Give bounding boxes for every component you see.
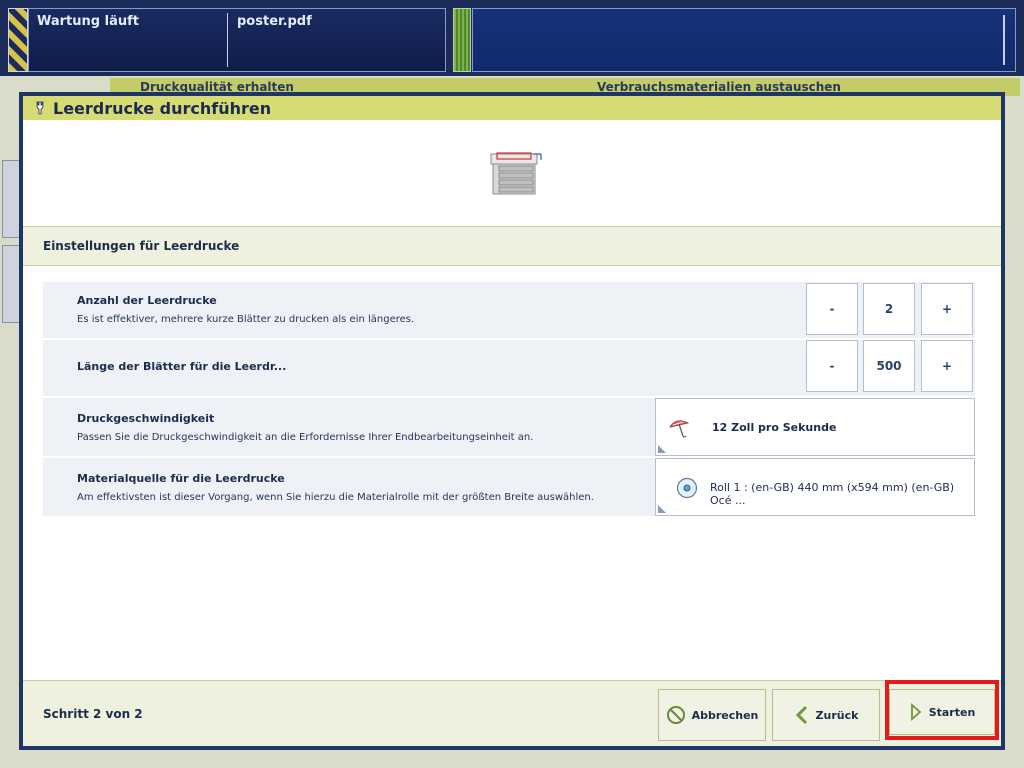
printer-icon bbox=[490, 152, 542, 195]
start-button-highlight bbox=[885, 680, 999, 740]
roll-icon bbox=[676, 477, 698, 499]
dialog-footer: Schritt 2 von 2 Abbrechen Zurück Starten bbox=[23, 680, 1001, 746]
queue-panel[interactable] bbox=[472, 8, 1016, 72]
dialog-body: Leerdrucke durchführen Einstellungen für… bbox=[23, 96, 1001, 746]
status-divider bbox=[227, 13, 228, 67]
decrease-count-button[interactable]: - bbox=[806, 283, 858, 335]
status-panel[interactable]: Wartung läuft poster.pdf bbox=[28, 8, 446, 72]
step-indicator: Schritt 2 von 2 bbox=[43, 707, 143, 721]
increase-count-button[interactable]: + bbox=[921, 283, 973, 335]
decrease-length-button[interactable]: - bbox=[806, 340, 858, 392]
section-header: Einstellungen für Leerdrucke bbox=[23, 226, 1001, 266]
cancel-label: Abbrechen bbox=[691, 708, 759, 722]
setting-row-speed: Druckgeschwindigkeit Passen Sie die Druc… bbox=[43, 398, 975, 456]
cancel-icon bbox=[666, 706, 685, 724]
progress-strip bbox=[453, 8, 471, 72]
dialog-title: Leerdrucke durchführen bbox=[53, 98, 272, 118]
back-label: Zurück bbox=[815, 708, 859, 722]
setting-description: Passen Sie die Druckgeschwindigkeit an d… bbox=[77, 432, 534, 443]
setting-row-length: Länge der Blätter für die Leerdr... - 50… bbox=[43, 340, 975, 396]
media-select[interactable]: Roll 1 : (en-GB) 440 mm (x594 mm) (en-GB… bbox=[655, 458, 975, 516]
hazard-stripe-icon bbox=[8, 8, 28, 72]
cancel-button[interactable]: Abbrechen bbox=[658, 689, 766, 741]
setting-label: Druckgeschwindigkeit bbox=[77, 412, 215, 425]
setting-label: Anzahl der Leerdrucke bbox=[77, 294, 217, 307]
setting-description: Es ist effektiver, mehrere kurze Blätter… bbox=[77, 314, 415, 325]
side-button[interactable] bbox=[2, 160, 20, 238]
dropdown-corner-icon bbox=[658, 505, 666, 513]
count-value[interactable]: 2 bbox=[863, 283, 915, 335]
setting-description: Am effektivsten ist dieser Vorgang, wenn… bbox=[77, 492, 594, 503]
side-button[interactable] bbox=[2, 245, 20, 323]
current-file: poster.pdf bbox=[237, 14, 312, 29]
speed-value: 12 Zoll pro Sekunde bbox=[712, 421, 837, 434]
wrench-icon bbox=[36, 101, 44, 115]
status-bar: Wartung läuft poster.pdf bbox=[0, 0, 1024, 76]
setting-row-media: Materialquelle für die Leerdrucke Am eff… bbox=[43, 458, 975, 516]
umbrella-icon bbox=[669, 420, 690, 438]
status-text: Wartung läuft bbox=[37, 14, 139, 29]
dialog-title-bar: Leerdrucke durchführen bbox=[23, 96, 1001, 120]
length-value[interactable]: 500 bbox=[863, 340, 915, 392]
dropdown-corner-icon bbox=[658, 445, 666, 453]
speed-select[interactable]: 12 Zoll pro Sekunde bbox=[655, 398, 975, 456]
chevron-left-icon bbox=[795, 705, 807, 725]
media-value: Roll 1 : (en-GB) 440 mm (x594 mm) (en-GB… bbox=[710, 481, 955, 507]
setting-row-count: Anzahl der Leerdrucke Es ist effektiver,… bbox=[43, 282, 975, 338]
setting-label: Materialquelle für die Leerdrucke bbox=[77, 472, 285, 485]
setting-label: Länge der Blätter für die Leerdr... bbox=[77, 360, 287, 373]
panel-divider bbox=[1003, 15, 1005, 65]
back-button[interactable]: Zurück bbox=[772, 689, 880, 741]
dialog: Leerdrucke durchführen Einstellungen für… bbox=[19, 92, 1005, 750]
increase-length-button[interactable]: + bbox=[921, 340, 973, 392]
